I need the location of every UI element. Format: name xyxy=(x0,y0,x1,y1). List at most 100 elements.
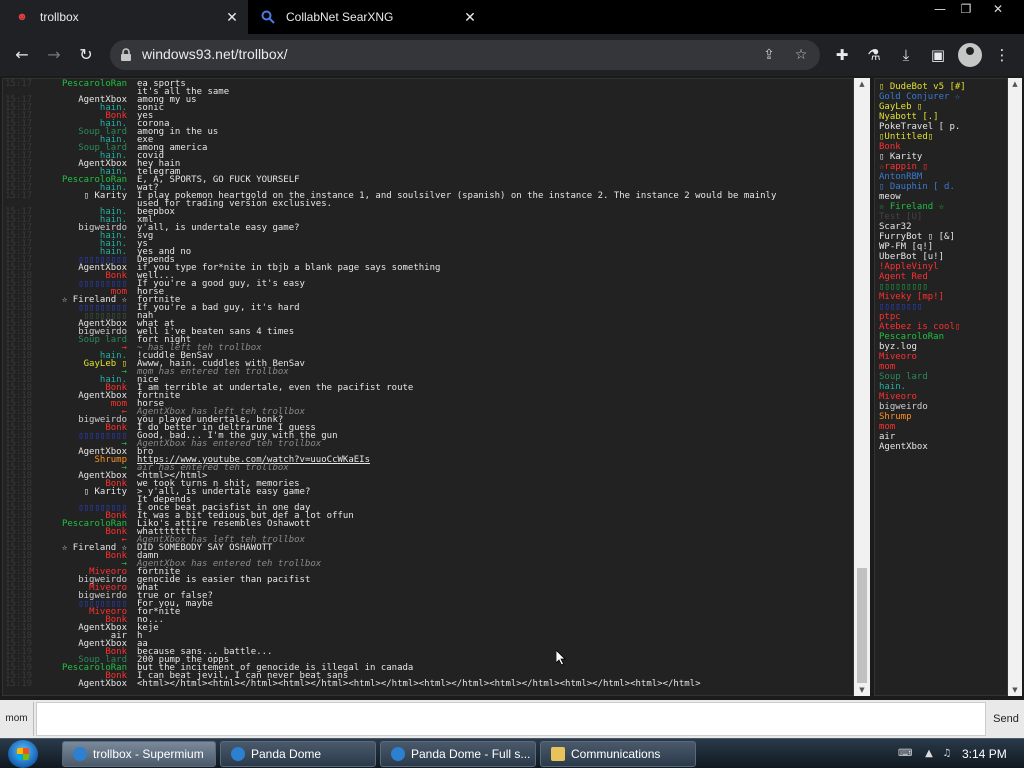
extensions-icon[interactable]: ✚ xyxy=(830,43,854,67)
trollbox-page: 15:17 PescaroloRan ea sports it's all the s… xyxy=(0,76,1024,738)
chat-message: 15:18 ← AgentXbox has left teh trollbox xyxy=(3,535,853,545)
back-icon[interactable]: ← xyxy=(10,43,34,67)
user-list-item[interactable]: ▯▯▯▯▯▯▯▯▯ xyxy=(879,282,1003,292)
user-list-item[interactable]: ▯ DudeBot v5 [#] xyxy=(879,82,1003,92)
user-list-item[interactable]: ▯Untitled▯ xyxy=(879,132,1003,142)
chat-message: 15:18 AgentXbox <html></html> xyxy=(3,471,853,481)
chat-message: 15:18 AgentXbox bro xyxy=(3,447,853,457)
taskbar-clock[interactable]: 3:14 PM xyxy=(962,747,1007,761)
user-list-item[interactable]: AntonRBM xyxy=(879,172,1003,182)
close-window-icon[interactable]: ✕ xyxy=(982,0,1014,18)
side-panel-icon[interactable]: ▣ xyxy=(926,43,950,67)
chat-message: 15:18 ▯▯▯▯▯▯▯▯▯ I once beat pacisfist in o… xyxy=(3,503,853,513)
chat-message: 15:17 hain. xml xyxy=(3,215,853,225)
taskbar-item-trollbox[interactable]: trollbox - Supermium xyxy=(62,741,216,767)
user-list-item[interactable]: Test [U] xyxy=(879,212,1003,222)
user-list-item[interactable]: ▯▯▯▯▯▯▯▯ xyxy=(879,302,1003,312)
user-list-item[interactable]: air xyxy=(879,432,1003,442)
taskbar-item-panda-dome-full[interactable]: Panda Dome - Full s... xyxy=(380,741,536,767)
close-tab-icon[interactable]: ✕ xyxy=(222,9,242,26)
chat-message: 15:18 AgentXbox what at xyxy=(3,319,853,329)
chat-message: 15:18 Shrump https://www.youtube.com/watch… xyxy=(3,455,853,465)
taskbar-item-communications[interactable]: Communications xyxy=(540,741,696,767)
scroll-down-icon[interactable]: ▼ xyxy=(1008,684,1022,696)
close-tab-icon[interactable]: ✕ xyxy=(460,9,480,26)
user-list-item[interactable]: meow xyxy=(879,192,1003,202)
user-list-item[interactable]: WP-FM [q!] xyxy=(879,242,1003,252)
user-list-item[interactable]: Atebez is cool▯ xyxy=(879,322,1003,332)
chat-message: 15:19 Bonk I can beat jevil, I can never b… xyxy=(3,671,853,681)
tab-trollbox[interactable]: ☻ trollbox ✕ xyxy=(0,0,248,34)
taskbar-item-panda-dome[interactable]: Panda Dome xyxy=(220,741,376,767)
user-list-item[interactable]: PescaroloRan xyxy=(879,332,1003,342)
scroll-down-icon[interactable]: ▼ xyxy=(854,684,870,696)
profile-avatar-icon[interactable] xyxy=(958,43,982,67)
browser-toolbar: ← → ↻ windows93.net/trollbox/ ⇪ ☆ ✚ ⚗ ⤓ … xyxy=(0,34,1024,76)
tray-expand-icon[interactable]: ▲ xyxy=(922,747,936,761)
user-list-item[interactable]: GayLeb ▯ xyxy=(879,102,1003,112)
user-list-item[interactable]: Soup lard xyxy=(879,372,1003,382)
user-list-item[interactable]: byz.log xyxy=(879,342,1003,352)
user-list-item[interactable]: Scar32 xyxy=(879,222,1003,232)
user-list-item[interactable]: Miveoro xyxy=(879,392,1003,402)
user-list-item[interactable]: ▯ Dauphin [ d. xyxy=(879,182,1003,192)
volume-icon[interactable]: ♫ xyxy=(940,747,954,761)
mouse-cursor-icon xyxy=(556,650,566,666)
chat-message: 15:17 AgentXbox among my us xyxy=(3,95,853,105)
chat-message: 15:18 Bonk we took turns n shit, memories xyxy=(3,479,853,489)
chat-message: 15:18 It depends xyxy=(3,495,853,505)
user-list-item[interactable]: Miveoro xyxy=(879,352,1003,362)
start-button[interactable] xyxy=(8,740,38,768)
share-icon[interactable]: ⇪ xyxy=(758,44,780,66)
user-list-item[interactable]: Nyabott [.] xyxy=(879,112,1003,122)
download-icon[interactable]: ⤓ xyxy=(894,43,918,67)
user-list-item[interactable]: hain. xyxy=(879,382,1003,392)
chat-message: 15:18 Bonk I am terrible at undertale, eve… xyxy=(3,383,853,393)
chat-message: 15:17 AgentXbox hey hain xyxy=(3,159,853,169)
restore-icon[interactable]: ❐ xyxy=(950,0,982,18)
user-list-item[interactable]: ☆ Fireland ☆ xyxy=(879,202,1003,212)
user-list-item[interactable]: Miveky [mp!] xyxy=(879,292,1003,302)
user-list-item[interactable]: ptpc xyxy=(879,312,1003,322)
user-list-item[interactable]: UberBot [u!] xyxy=(879,252,1003,262)
chat-message: 15:18 AgentXbox fortnite xyxy=(3,391,853,401)
scroll-up-icon[interactable]: ▲ xyxy=(854,78,870,90)
chat-message: 15:18 ☆ Fireland ☆ DID SOMEBODY SAY OSHAWO… xyxy=(3,543,853,553)
keyboard-icon[interactable]: ⌨ xyxy=(898,747,912,761)
scroll-up-icon[interactable]: ▲ xyxy=(1008,78,1022,90)
menu-kebab-icon[interactable]: ⋮ xyxy=(990,43,1014,67)
user-list-item[interactable]: ☆rappin ▯ xyxy=(879,162,1003,172)
chat-message: 15:17 hain. svg xyxy=(3,231,853,241)
reload-icon[interactable]: ↻ xyxy=(74,43,98,67)
user-list-item[interactable]: ▯ Karity xyxy=(879,152,1003,162)
user-list-item[interactable]: Agent Red xyxy=(879,272,1003,282)
send-button[interactable]: Send xyxy=(988,702,1024,736)
labs-flask-icon[interactable]: ⚗ xyxy=(862,43,886,67)
chat-message: 15:18 → ~ has left teh trollbox xyxy=(3,343,853,353)
windows-taskbar: trollbox - Supermium Panda Dome Panda Do… xyxy=(0,738,1024,768)
chat-message: 15:18 Soup lard fort night xyxy=(3,335,853,345)
user-list-item[interactable]: AgentXbox xyxy=(879,442,1003,452)
address-bar[interactable]: windows93.net/trollbox/ ⇪ ☆ xyxy=(110,40,820,70)
user-list-item[interactable]: PokeTravel [ p. xyxy=(879,122,1003,132)
chat-message: 15:17 PescaroloRan ea sports xyxy=(3,79,853,89)
chat-scrollbar-thumb[interactable] xyxy=(857,568,867,683)
message-nick[interactable]: AgentXbox xyxy=(78,679,127,689)
user-list-item[interactable]: Shrump xyxy=(879,412,1003,422)
chat-message: 15:18 ← AgentXbox has left teh trollbox xyxy=(3,407,853,417)
user-list-item[interactable]: Gold Conjurer ☆ xyxy=(879,92,1003,102)
nickname-button[interactable]: mom xyxy=(0,702,34,736)
user-list-scrollbar[interactable]: ▲ ▼ xyxy=(1008,78,1022,696)
forward-icon[interactable]: → xyxy=(42,43,66,67)
chat-scrollbar[interactable]: ▲ ▼ xyxy=(854,78,870,696)
user-list-item[interactable]: FurryBot ▯ [&] xyxy=(879,232,1003,242)
user-list-item[interactable]: mom xyxy=(879,362,1003,372)
user-list-item[interactable]: Bonk xyxy=(879,142,1003,152)
tab-searxng[interactable]: CollabNet SearXNG ✕ xyxy=(250,0,486,34)
chat-message: 15:18 Bonk whatttttttt xyxy=(3,527,853,537)
user-list-item[interactable]: mom xyxy=(879,422,1003,432)
bookmark-star-icon[interactable]: ☆ xyxy=(790,44,812,66)
user-list-item[interactable]: !AppleVinyl xyxy=(879,262,1003,272)
user-list-item[interactable]: bigweirdo xyxy=(879,402,1003,412)
chat-input[interactable] xyxy=(36,702,986,736)
